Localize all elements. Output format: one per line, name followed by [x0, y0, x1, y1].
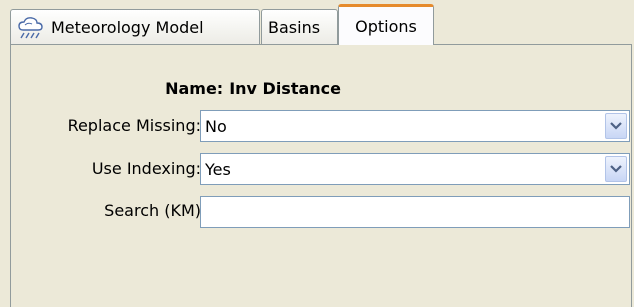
tab-options[interactable]: Options — [338, 4, 434, 45]
tab-label-basins: Basins — [268, 18, 321, 37]
tab-label-options: Options — [355, 16, 417, 36]
replace-missing-value: No — [205, 116, 227, 136]
options-window: Meteorology Model Basins Options Name: In… — [0, 0, 634, 307]
use-indexing-select[interactable]: Yes — [200, 153, 630, 185]
use-indexing-value: Yes — [205, 159, 231, 179]
tab-basins[interactable]: Basins — [261, 9, 338, 45]
name-value: Inv Distance — [229, 79, 341, 98]
options-panel: Name: Inv Distance Replace Missing: No Us… — [10, 44, 632, 307]
weather-icon — [17, 16, 47, 40]
replace-missing-select[interactable]: No — [200, 110, 630, 142]
search-km-label: Search (KM) — [104, 201, 201, 220]
name-label: Name: — [165, 79, 224, 98]
name-row: Name: Inv Distance — [11, 79, 341, 98]
chevron-down-icon[interactable] — [605, 113, 627, 139]
search-km-input[interactable] — [200, 196, 630, 228]
tab-strip: Meteorology Model Basins Options — [0, 0, 634, 45]
use-indexing-label: Use Indexing: — [91, 159, 201, 178]
tab-meteorology-model[interactable]: Meteorology Model — [10, 9, 260, 45]
chevron-down-icon[interactable] — [605, 156, 627, 182]
tab-label-meteorology-model: Meteorology Model — [51, 18, 204, 37]
replace-missing-label: Replace Missing: — [67, 116, 201, 135]
